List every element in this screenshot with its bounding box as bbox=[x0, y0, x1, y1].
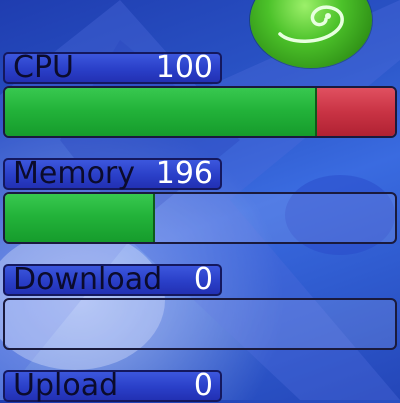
upload-label-box: Upload 0 bbox=[3, 370, 222, 402]
cpu-value: 100 bbox=[155, 50, 213, 85]
cpu-meter-bar bbox=[3, 86, 397, 138]
suse-chameleon-logo-icon bbox=[250, 0, 372, 68]
memory-label: Memory bbox=[13, 156, 136, 191]
memory-label-box: Memory 196 bbox=[3, 158, 222, 190]
memory-meter-bar bbox=[3, 192, 397, 244]
download-value: 0 bbox=[193, 262, 213, 297]
cpu-label-box: CPU 100 bbox=[3, 52, 222, 84]
upload-label: Upload bbox=[13, 368, 119, 403]
download-label-box: Download 0 bbox=[3, 264, 222, 296]
memory-meter-fill bbox=[5, 194, 156, 242]
download-label: Download bbox=[13, 262, 163, 297]
memory-value: 196 bbox=[155, 156, 213, 191]
cpu-label: CPU bbox=[13, 50, 74, 85]
download-meter-bar bbox=[3, 298, 397, 350]
upload-value: 0 bbox=[193, 368, 213, 403]
cpu-meter-fill bbox=[5, 88, 317, 136]
cpu-meter-alert-fill bbox=[317, 88, 395, 136]
